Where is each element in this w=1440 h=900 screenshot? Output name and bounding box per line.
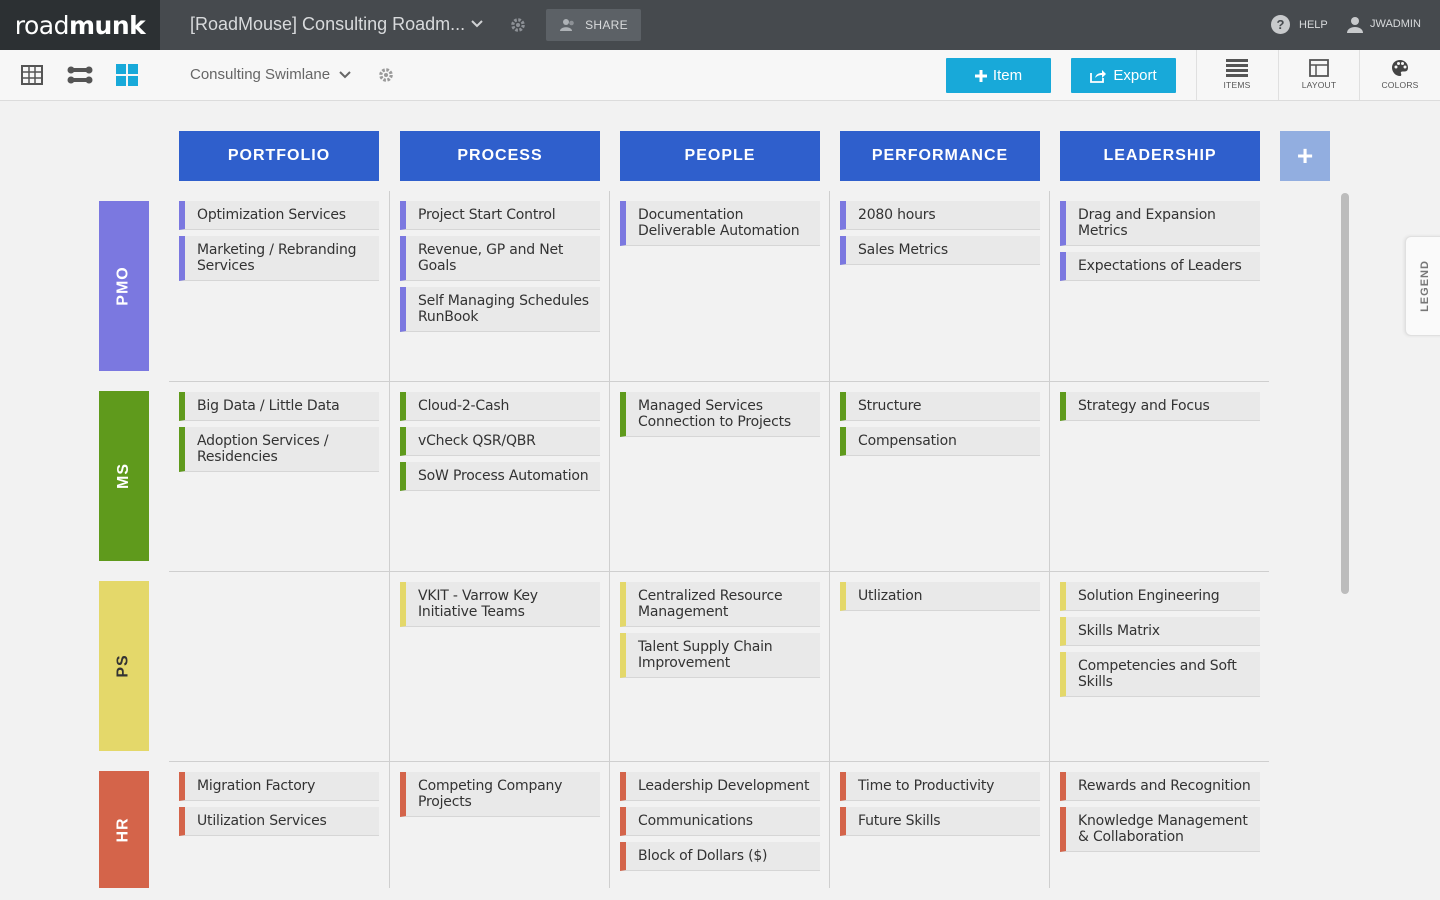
- lane-divider: [169, 571, 1269, 572]
- item-card[interactable]: Rewards and Recognition: [1060, 772, 1260, 801]
- item-card[interactable]: Expectations of Leaders: [1060, 252, 1260, 281]
- swimlane-view-icon[interactable]: [115, 63, 139, 87]
- column-header-people[interactable]: PEOPLE: [620, 131, 820, 181]
- item-card[interactable]: Optimization Services: [179, 201, 379, 230]
- item-card[interactable]: Talent Supply Chain Improvement: [620, 633, 820, 678]
- logo[interactable]: roadmunk: [0, 0, 160, 50]
- export-label: Export: [1113, 67, 1157, 84]
- lane-label-ms-text: MS: [115, 463, 132, 489]
- item-card[interactable]: Managed Services Connection to Projects: [620, 392, 820, 437]
- item-card[interactable]: Solution Engineering: [1060, 582, 1260, 611]
- swimlane-settings-gear-icon[interactable]: [377, 66, 395, 89]
- share-label: SHARE: [585, 18, 628, 32]
- tab-colors-label: COLORS: [1381, 80, 1419, 90]
- column-header-performance[interactable]: PERFORMANCE: [840, 131, 1040, 181]
- item-card[interactable]: Drag and Expansion Metrics: [1060, 201, 1260, 246]
- item-card[interactable]: Utilization Services: [179, 807, 379, 836]
- share-button[interactable]: SHARE: [546, 9, 641, 41]
- item-card[interactable]: Marketing / Rebranding Services: [179, 236, 379, 281]
- column-divider: [1049, 191, 1050, 888]
- tab-layout-label: LAYOUT: [1301, 80, 1337, 90]
- item-card[interactable]: Revenue, GP and Net Goals: [400, 236, 600, 281]
- tab-colors[interactable]: COLORS: [1359, 50, 1440, 100]
- lane-divider: [169, 381, 1269, 382]
- layout-icon: [1309, 59, 1329, 77]
- item-card[interactable]: Skills Matrix: [1060, 617, 1260, 646]
- list-icon: [1226, 59, 1248, 77]
- lane-label-pmo[interactable]: PMO: [99, 201, 149, 371]
- share-users-icon: [560, 19, 574, 31]
- item-card[interactable]: Big Data / Little Data: [179, 392, 379, 421]
- logo-text-light: road: [14, 10, 70, 40]
- swimlane-dropdown-chevron-icon[interactable]: [338, 68, 352, 87]
- swimlane-selector[interactable]: Consulting Swimlane: [190, 66, 330, 83]
- item-card[interactable]: Knowledge Management & Collaboration: [1060, 807, 1260, 852]
- lane-label-ps-text: PS: [115, 654, 132, 678]
- item-card[interactable]: Strategy and Focus: [1060, 392, 1260, 421]
- tab-layout[interactable]: LAYOUT: [1278, 50, 1359, 100]
- item-card[interactable]: Migration Factory: [179, 772, 379, 801]
- add-column-button[interactable]: +: [1280, 131, 1330, 181]
- item-card[interactable]: Competing Company Projects: [400, 772, 600, 817]
- item-card[interactable]: SoW Process Automation: [400, 462, 600, 491]
- user-name: JWADMIN: [1370, 18, 1421, 30]
- lane-label-ms[interactable]: MS: [99, 391, 149, 561]
- plus-icon: [974, 69, 987, 82]
- lane-divider: [169, 761, 1269, 762]
- item-card[interactable]: Adoption Services / Residencies: [179, 427, 379, 472]
- user-menu[interactable]: JWADMIN: [1346, 15, 1421, 33]
- item-card[interactable]: Block of Dollars ($): [620, 842, 820, 871]
- item-card[interactable]: Sales Metrics: [840, 236, 1040, 265]
- column-divider: [609, 191, 610, 888]
- tab-items-label: ITEMS: [1223, 80, 1251, 90]
- table-view-icon[interactable]: [20, 63, 44, 87]
- item-card[interactable]: Project Start Control: [400, 201, 600, 230]
- item-card[interactable]: Time to Productivity: [840, 772, 1040, 801]
- toolbar: Consulting Swimlane Item Export ITEMS LA…: [0, 50, 1440, 101]
- column-header-leadership[interactable]: LEADERSHIP: [1060, 131, 1260, 181]
- item-card[interactable]: Documentation Deliverable Automation: [620, 201, 820, 246]
- item-card[interactable]: 2080 hours: [840, 201, 1040, 230]
- project-settings-gear-icon[interactable]: [509, 16, 527, 39]
- project-title[interactable]: [RoadMouse] Consulting Roadm...: [190, 14, 465, 35]
- tab-items[interactable]: ITEMS: [1196, 50, 1277, 100]
- lane-label-ps[interactable]: PS: [99, 581, 149, 751]
- logo-text-bold: munk: [68, 10, 146, 40]
- vertical-scrollbar[interactable]: [1341, 193, 1349, 594]
- column-divider: [389, 191, 390, 888]
- item-card[interactable]: Leadership Development: [620, 772, 820, 801]
- column-divider: [829, 191, 830, 888]
- item-card[interactable]: Communications: [620, 807, 820, 836]
- item-card[interactable]: VKIT - Varrow Key Initiative Teams: [400, 582, 600, 627]
- column-header-process[interactable]: PROCESS: [400, 131, 600, 181]
- lane-label-pmo-text: PMO: [114, 266, 132, 306]
- export-button[interactable]: Export: [1071, 58, 1176, 93]
- add-item-button[interactable]: Item: [946, 58, 1051, 93]
- item-card[interactable]: Centralized Resource Management: [620, 582, 820, 627]
- project-dropdown-chevron-icon[interactable]: [470, 17, 484, 36]
- help-link[interactable]: ? HELP: [1271, 15, 1328, 34]
- lane-label-hr[interactable]: HR: [99, 771, 149, 888]
- item-card[interactable]: Cloud-2-Cash: [400, 392, 600, 421]
- help-label: HELP: [1299, 18, 1328, 31]
- add-item-label: Item: [992, 67, 1023, 84]
- item-card[interactable]: Compensation: [840, 427, 1040, 456]
- item-card[interactable]: vCheck QSR/QBR: [400, 427, 600, 456]
- help-icon: ?: [1271, 15, 1290, 34]
- lane-label-hr-text: HR: [114, 816, 132, 843]
- palette-icon: [1392, 60, 1408, 76]
- item-card[interactable]: Self Managing Schedules RunBook: [400, 287, 600, 332]
- top-bar: roadmunk [RoadMouse] Consulting Roadm...…: [0, 0, 1440, 50]
- export-icon: [1090, 69, 1107, 83]
- item-card[interactable]: Competencies and Soft Skills: [1060, 652, 1260, 697]
- legend-label: LEGEND: [1419, 260, 1431, 312]
- column-header-portfolio[interactable]: PORTFOLIO: [179, 131, 379, 181]
- item-card[interactable]: Future Skills: [840, 807, 1040, 836]
- user-icon: [1347, 17, 1363, 33]
- item-card[interactable]: Structure: [840, 392, 1040, 421]
- item-card[interactable]: Utlization: [840, 582, 1040, 611]
- legend-tab[interactable]: LEGEND: [1405, 236, 1440, 336]
- timeline-view-icon[interactable]: [66, 63, 94, 87]
